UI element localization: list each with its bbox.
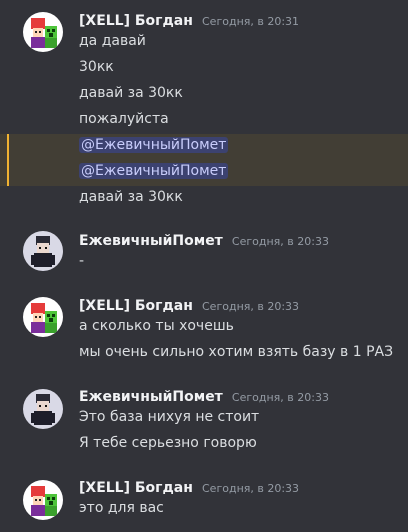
timestamp: Сегодня, в 20:31 <box>202 15 300 28</box>
message-header: [XELL] Богдан Сегодня, в 20:33 <box>79 295 299 317</box>
message-line: да давай <box>79 33 146 49</box>
message-line: а сколько ты хочешь <box>79 318 234 334</box>
author-name[interactable]: [XELL] Богдан <box>79 13 193 29</box>
message-line: - <box>79 253 85 269</box>
timestamp: Сегодня, в 20:33 <box>231 391 329 404</box>
message-line: давай за 30кк <box>79 85 183 101</box>
timestamp: Сегодня, в 20:33 <box>202 482 300 495</box>
message-line: пожалуйста <box>79 111 169 127</box>
timestamp: Сегодня, в 20:33 <box>231 235 329 248</box>
message-line: Это база нихуя не стоит <box>79 409 260 425</box>
message-line: давай за 30кк <box>79 189 183 205</box>
message-header: ЕжевичныйПомет Сегодня, в 20:33 <box>79 230 329 252</box>
author-name[interactable]: [XELL] Богдан <box>79 480 193 496</box>
message-line-mention: @ЕжевичныйПомет <box>0 134 408 160</box>
message-line-mention: @ЕжевичныйПомет <box>0 160 408 186</box>
message-header: ЕжевичныйПомет Сегодня, в 20:33 <box>79 386 329 408</box>
message-header: [XELL] Богдан Сегодня, в 20:33 <box>79 477 299 499</box>
message-header: [XELL] Богдан Сегодня, в 20:31 <box>79 10 299 32</box>
message-line: Я тебе серьезно говорю <box>79 435 257 451</box>
message-line: это для вас <box>79 500 164 516</box>
author-name[interactable]: ЕжевичныйПомет <box>79 389 223 405</box>
timestamp: Сегодня, в 20:33 <box>202 300 300 313</box>
author-name[interactable]: ЕжевичныйПомет <box>79 233 223 249</box>
message-line: 30кк <box>79 59 114 75</box>
user-mention[interactable]: @ЕжевичныйПомет <box>79 163 229 179</box>
user-mention[interactable]: @ЕжевичныйПомет <box>79 137 229 153</box>
author-name[interactable]: [XELL] Богдан <box>79 298 193 314</box>
message-line: мы очень сильно хотим взять базу в 1 РАЗ <box>79 344 394 360</box>
chat-messages: [XELL] Богдан Сегодня, в 20:31 да давай … <box>0 0 408 532</box>
